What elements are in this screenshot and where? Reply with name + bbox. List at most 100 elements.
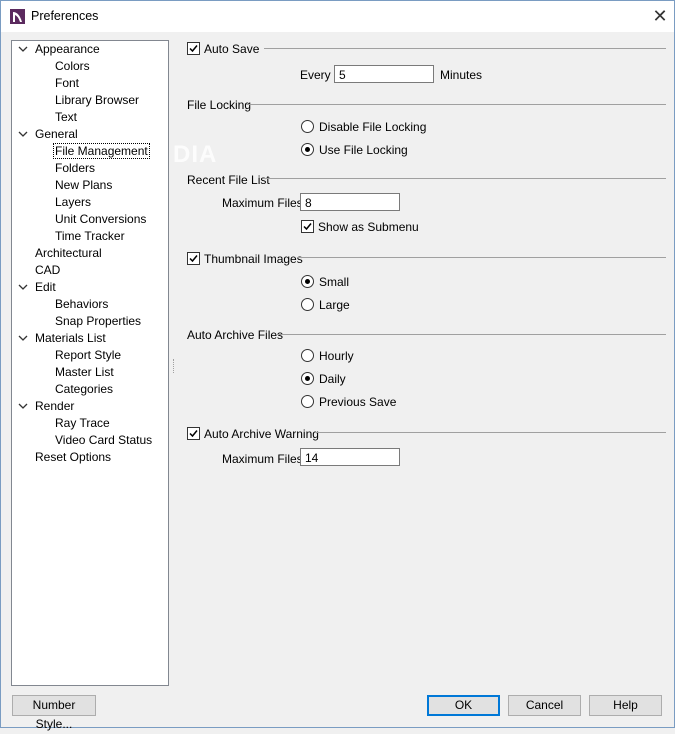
tree-item-font[interactable]: Font <box>55 75 79 92</box>
auto-save-divider <box>264 48 666 49</box>
auto-archive-warning-divider <box>316 432 666 433</box>
archive-max-files-input[interactable]: 14 <box>300 448 400 466</box>
app-logo-icon <box>10 9 25 24</box>
tree-item-label: Time Tracker <box>55 229 125 243</box>
archive-max-files-label: Maximum Files: <box>222 452 307 466</box>
tree-item-file-management[interactable]: File Management <box>53 143 150 160</box>
thumbnail-large-label[interactable]: Large <box>319 298 350 312</box>
tree-item-label: Font <box>55 76 80 90</box>
use-file-locking-radio[interactable] <box>301 143 314 156</box>
disable-file-locking-radio[interactable] <box>301 120 314 133</box>
tree-item-label: Materials List <box>35 331 106 345</box>
tree-item-label: Categories <box>55 382 114 396</box>
close-icon[interactable]: ✕ <box>647 4 673 28</box>
auto-archive-warning-label[interactable]: Auto Archive Warning <box>204 427 319 441</box>
tree-item-master-list[interactable]: Master List <box>55 364 114 381</box>
thumbnail-images-checkbox[interactable] <box>187 252 200 265</box>
tree-item-label: Ray Trace <box>55 416 110 430</box>
tree-item-label: CAD <box>35 263 61 277</box>
archive-daily-label[interactable]: Daily <box>319 372 346 386</box>
tree-item-label: Render <box>35 399 75 413</box>
auto-save-interval-input[interactable]: 5 <box>334 65 434 83</box>
tree-item-snap-properties[interactable]: Snap Properties <box>55 313 141 330</box>
radio-selected-dot <box>305 147 310 152</box>
tree-item-ray-trace[interactable]: Ray Trace <box>55 415 110 432</box>
tree-item-label: Unit Conversions <box>55 212 147 226</box>
recent-file-list-heading: Recent File List <box>187 173 270 187</box>
checkmark-icon <box>189 45 198 53</box>
tree-item-cad[interactable]: CAD <box>35 262 60 279</box>
ok-button[interactable]: OK <box>427 695 500 716</box>
every-label: Every <box>300 68 331 82</box>
auto-save-checkbox[interactable] <box>187 42 200 55</box>
tree-item-label: Reset Options <box>35 450 112 464</box>
pane-splitter[interactable] <box>173 359 176 373</box>
tree-item-label: Colors <box>55 59 90 73</box>
auto-save-label[interactable]: Auto Save <box>204 42 259 56</box>
file-locking-heading: File Locking <box>187 98 252 112</box>
tree-item-layers[interactable]: Layers <box>55 194 91 211</box>
auto-archive-warning-checkbox[interactable] <box>187 427 200 440</box>
chevron-down-icon[interactable] <box>18 279 28 296</box>
tree-item-label: Library Browser <box>55 93 140 107</box>
tree-item-appearance[interactable]: Appearance <box>35 41 100 58</box>
tree-item-behaviors[interactable]: Behaviors <box>55 296 108 313</box>
tree-item-general[interactable]: General <box>35 126 78 143</box>
thumbnail-large-radio[interactable] <box>301 298 314 311</box>
archive-previous-save-radio[interactable] <box>301 395 314 408</box>
thumbnail-small-radio[interactable] <box>301 275 314 288</box>
recent-file-list-divider <box>263 178 666 179</box>
tree-item-new-plans[interactable]: New Plans <box>55 177 112 194</box>
tree-item-folders[interactable]: Folders <box>55 160 95 177</box>
archive-previous-save-label[interactable]: Previous Save <box>319 395 396 409</box>
tree-item-label: Architectural <box>35 246 102 260</box>
tree-item-label: Edit <box>35 280 56 294</box>
radio-selected-dot <box>305 279 310 284</box>
tree-item-label: Snap Properties <box>55 314 142 328</box>
tree-item-label: File Management <box>53 143 150 159</box>
tree-item-video-card-status[interactable]: Video Card Status <box>55 432 152 449</box>
tree-item-edit[interactable]: Edit <box>35 279 56 296</box>
tree-item-time-tracker[interactable]: Time Tracker <box>55 228 125 245</box>
tree-item-label: Appearance <box>35 42 100 56</box>
tree-item-label: Video Card Status <box>55 433 153 447</box>
tree-item-label: Layers <box>55 195 92 209</box>
show-as-submenu-label[interactable]: Show as Submenu <box>318 220 419 234</box>
tree-item-architectural[interactable]: Architectural <box>35 245 102 262</box>
auto-archive-heading: Auto Archive Files <box>187 328 284 342</box>
checkmark-icon <box>189 255 198 263</box>
auto-archive-divider <box>278 334 666 335</box>
tree-item-reset-options[interactable]: Reset Options <box>35 449 111 466</box>
show-as-submenu-checkbox[interactable] <box>301 220 314 233</box>
tree-item-render[interactable]: Render <box>35 398 74 415</box>
tree-item-unit-conversions[interactable]: Unit Conversions <box>55 211 146 228</box>
archive-daily-radio[interactable] <box>301 372 314 385</box>
recent-max-files-label: Maximum Files: <box>222 196 307 210</box>
disable-file-locking-label[interactable]: Disable File Locking <box>319 120 426 134</box>
thumbnail-images-label[interactable]: Thumbnail Images <box>204 252 303 266</box>
chevron-down-icon[interactable] <box>18 398 28 415</box>
cancel-button[interactable]: Cancel <box>508 695 581 716</box>
archive-hourly-label[interactable]: Hourly <box>319 349 354 363</box>
tree-item-report-style[interactable]: Report Style <box>55 347 121 364</box>
recent-max-files-input[interactable]: 8 <box>300 193 400 211</box>
thumbnail-small-label[interactable]: Small <box>319 275 349 289</box>
tree-item-categories[interactable]: Categories <box>55 381 113 398</box>
file-locking-divider <box>246 104 666 105</box>
thumbnail-images-divider <box>297 257 666 258</box>
tree-item-label: Behaviors <box>55 297 109 311</box>
use-file-locking-label[interactable]: Use File Locking <box>319 143 408 157</box>
tree-item-colors[interactable]: Colors <box>55 58 90 75</box>
number-style-button[interactable]: Number Style... <box>12 695 96 731</box>
archive-hourly-radio[interactable] <box>301 349 314 362</box>
tree-item-library-browser[interactable]: Library Browser <box>55 92 139 109</box>
tree-item-text[interactable]: Text <box>55 109 77 126</box>
help-button[interactable]: Help <box>589 695 662 716</box>
tree-item-label: Text <box>55 110 78 124</box>
chevron-down-icon[interactable] <box>18 330 28 347</box>
tree-item-materials-list[interactable]: Materials List <box>35 330 106 347</box>
chevron-down-icon[interactable] <box>18 41 28 58</box>
tree-item-label: Master List <box>55 365 114 379</box>
chevron-down-icon[interactable] <box>18 126 28 143</box>
category-tree[interactable]: Appearance Colors Font Library Browser T… <box>11 40 169 686</box>
